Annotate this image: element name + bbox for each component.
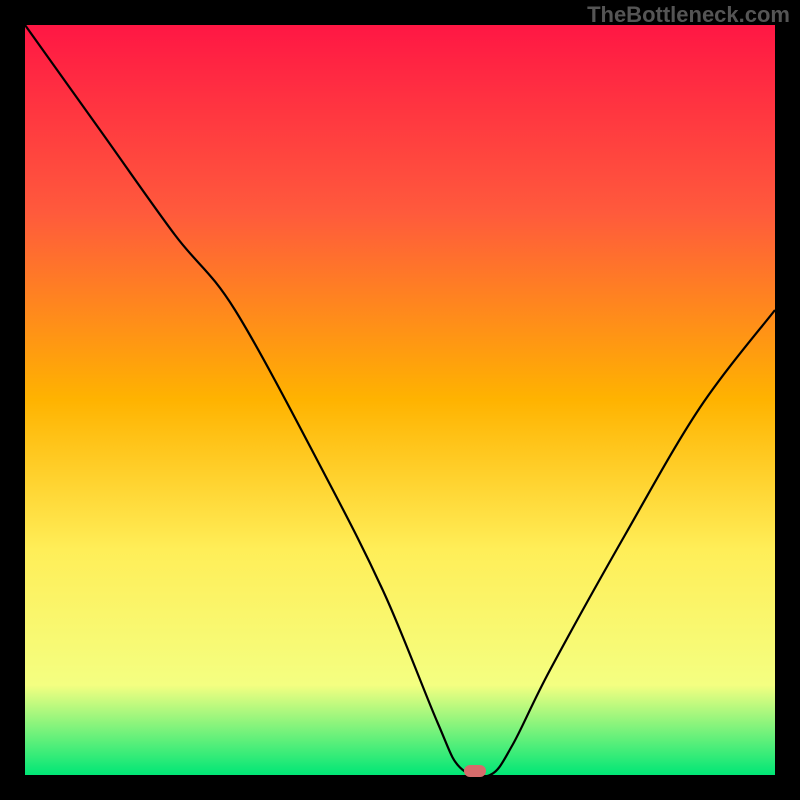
optimum-marker (464, 765, 486, 777)
plot-area (25, 25, 775, 775)
watermark-text: TheBottleneck.com (587, 2, 790, 28)
gradient-background (25, 25, 775, 775)
plot-svg (25, 25, 775, 775)
chart-frame: TheBottleneck.com (0, 0, 800, 800)
